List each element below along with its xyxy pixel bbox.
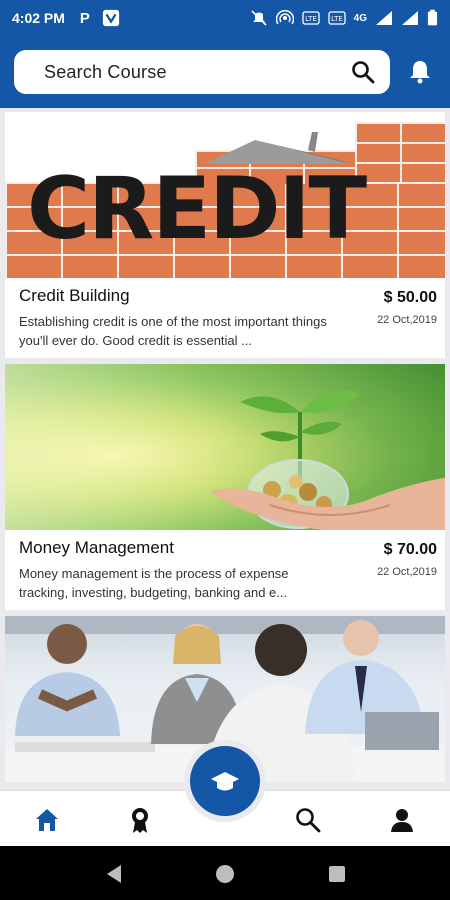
course-description: Establishing credit is one of the most i… <box>19 314 327 348</box>
nav-home[interactable] <box>32 805 62 835</box>
home-circle-icon[interactable] <box>214 863 236 885</box>
signal-icon <box>402 11 418 25</box>
svg-text:LTE: LTE <box>331 15 343 23</box>
search-icon[interactable] <box>350 59 376 85</box>
nav-search[interactable] <box>293 805 323 835</box>
notification-bell-icon[interactable] <box>406 58 434 86</box>
hotspot-icon <box>275 10 294 25</box>
course-date: 22 Oct,2019 <box>377 314 437 326</box>
course-info: Money Management $ 70.00 22 Oct,2019 Mon… <box>5 530 445 610</box>
course-card[interactable]: CREDIT Credit Building $ 50.00 22 Oct,20… <box>5 112 445 358</box>
volte-icon: LTE <box>302 11 320 25</box>
back-icon[interactable] <box>103 863 125 885</box>
recents-icon[interactable] <box>326 863 348 885</box>
profile-icon <box>391 809 413 832</box>
course-image-money <box>5 364 445 530</box>
signal-icon <box>376 11 392 25</box>
svg-text:LTE: LTE <box>305 15 317 23</box>
course-price: $ 50.00 <box>383 289 437 306</box>
credit-word: CREDIT <box>27 159 367 259</box>
course-description: Money management is the process of expen… <box>19 566 289 600</box>
course-feed[interactable]: CREDIT Credit Building $ 50.00 22 Oct,20… <box>0 108 450 790</box>
award-icon <box>132 808 148 833</box>
graduation-cap-icon <box>211 772 239 791</box>
course-title: Money Management <box>19 538 174 557</box>
hand-holding-jar <box>210 477 445 530</box>
status-bar: 4:02 PM P LTE LTE 4G <box>0 0 450 36</box>
muted-icon <box>251 10 267 26</box>
brick-wall <box>355 122 445 182</box>
search-input[interactable]: Search Course <box>14 50 390 94</box>
courses-fab-button[interactable] <box>190 746 260 816</box>
nav-achievements[interactable] <box>125 805 155 835</box>
course-card[interactable]: Money Management $ 70.00 22 Oct,2019 Mon… <box>5 364 445 610</box>
status-icons: LTE LTE 4G <box>250 9 438 27</box>
course-price: $ 70.00 <box>383 541 437 558</box>
volte-icon: LTE <box>328 11 346 25</box>
nav-profile[interactable] <box>387 805 417 835</box>
search-icon <box>296 808 321 833</box>
search-placeholder: Search Course <box>44 61 167 82</box>
network-type: 4G <box>353 12 367 24</box>
system-navigation-bar <box>0 846 450 900</box>
status-time: 4:02 PM <box>12 10 65 26</box>
home-icon <box>36 809 58 831</box>
course-date: 22 Oct,2019 <box>377 566 437 578</box>
app-header: Search Course <box>0 36 450 108</box>
course-image-credit: CREDIT <box>5 112 445 278</box>
course-info: Credit Building $ 50.00 22 Oct,2019 Esta… <box>5 278 445 358</box>
music-app-icon <box>101 8 121 28</box>
parking-app-icon: P <box>79 9 90 27</box>
course-title: Credit Building <box>19 286 130 305</box>
battery-icon <box>427 9 438 26</box>
